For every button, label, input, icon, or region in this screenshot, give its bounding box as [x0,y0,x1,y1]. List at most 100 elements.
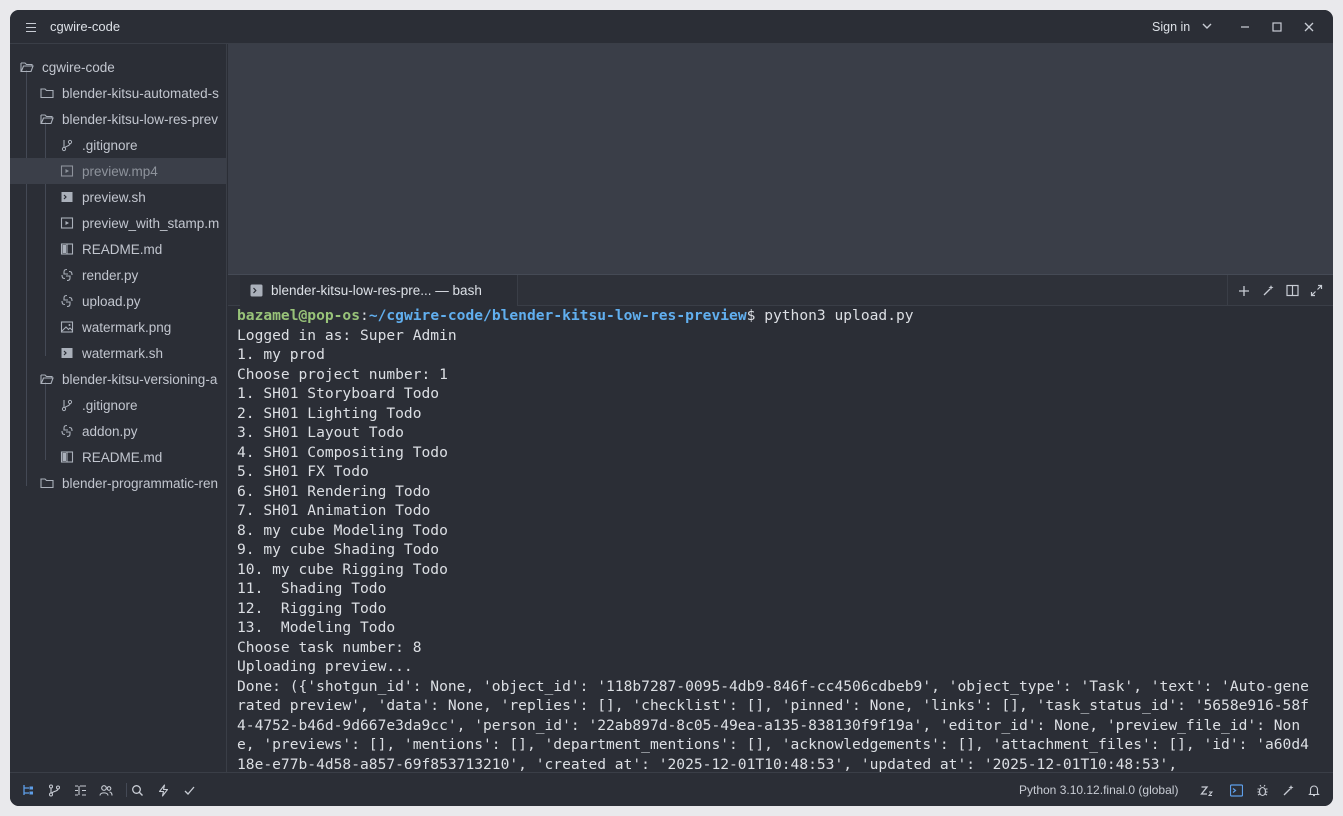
tree-folder-blender-kitsu-automated[interactable]: blender-kitsu-automated-s [10,80,226,106]
tree-item-label: .gitignore [82,397,138,413]
tree-item-label: addon.py [82,423,138,439]
expand-icon[interactable] [1309,283,1325,299]
tree-root-label: cgwire-code [42,59,115,75]
tree-file-watermark-sh[interactable]: watermark.sh [10,340,226,366]
tree-file-readme[interactable]: README.md [10,444,226,470]
debug-bug-icon[interactable] [1254,782,1270,798]
terminal-line: 12. Rigging Todo [237,599,387,617]
project-tree-icon[interactable] [20,782,36,798]
tree-file-preview-sh[interactable]: preview.sh [10,184,226,210]
project-panel: cgwire-code blender-kitsu-automated-s bl… [10,44,227,772]
terminal-line: 13. Modeling Todo [237,619,396,636]
tree-folder-blender-kitsu-versioning[interactable]: blender-kitsu-versioning-a [10,366,226,392]
terminal-line: 9. my cube Shading Todo [237,541,440,558]
tree-file-render-py[interactable]: render.py [10,262,226,288]
terminal-line: 1. SH01 Storyboard Todo [237,385,440,402]
book-icon [60,242,74,256]
status-separator [126,783,127,797]
terminal-line: 4. SH01 Compositing Todo [237,443,448,461]
folder-open-icon [20,60,34,74]
folder-icon [40,86,54,100]
title-bar: cgwire-code Sign in [10,10,1333,44]
sparkle-icon[interactable] [1260,283,1276,299]
terminal-tab[interactable]: blender-kitsu-low-res-pre... — bash [240,275,518,306]
editor-pane[interactable] [228,44,1333,274]
tree-item-label: README.md [82,241,163,257]
tree-folder-blender-kitsu-low-res-preview[interactable]: blender-kitsu-low-res-prev [10,106,226,132]
tree-item-label: blender-kitsu-versioning-a [62,371,218,387]
terminal-line: 8. my cube Modeling Todo [237,521,448,539]
tree-item-label: blender-kitsu-low-res-prev [62,111,219,127]
image-file-icon [60,320,74,334]
terminal-line: Uploading preview... [237,658,413,675]
lightning-icon[interactable] [155,782,171,798]
tree-file-gitignore[interactable]: .gitignore [10,392,226,418]
minimize-icon[interactable] [1236,18,1254,36]
terminal-file-icon [60,346,74,360]
video-file-icon [60,164,74,178]
prompt-path: ~/cgwire-code/blender-kitsu-low-res-prev… [368,307,747,324]
terminal-icon [250,284,263,297]
terminal-line: 10. my cube Rigging Todo [237,560,448,578]
outline-icon[interactable] [72,782,88,798]
bell-icon[interactable] [1306,782,1322,798]
tree-file-preview-mp4[interactable]: preview.mp4 [10,158,226,184]
tree-file-gitignore[interactable]: .gitignore [10,132,226,158]
tree-item-label: blender-programmatic-ren [62,475,219,491]
tree-file-addon-py[interactable]: addon.py [10,418,226,444]
terminal-line: 1. my prod [237,346,325,363]
zeta-sleep-icon[interactable] [1199,782,1215,798]
terminal-line: 7. SH01 Animation Todo [237,502,431,519]
terminal-tab-bar: blender-kitsu-low-res-pre... — bash [228,274,1333,306]
terminal-line: 2. SH01 Lighting Todo [237,404,422,422]
tree-file-watermark-png[interactable]: watermark.png [10,314,226,340]
sparkle-icon[interactable] [1280,782,1296,798]
tree-item-label: render.py [82,267,139,283]
tree-root[interactable]: cgwire-code [10,54,226,80]
git-branch-icon [60,138,74,152]
tree-item-label: preview.mp4 [82,163,158,179]
python-icon [60,294,74,308]
python-icon [60,424,74,438]
tree-item-label: .gitignore [82,137,138,153]
terminal-line: Choose task number: 8 [237,638,422,656]
terminal-line: 3. SH01 Layout Todo [237,424,404,441]
project-name[interactable]: cgwire-code [50,19,120,34]
tree-item-label: preview_with_stamp.m [82,215,220,231]
terminal-output[interactable]: bazamel@pop-os:~/cgwire-code/blender-kit… [228,306,1333,772]
close-icon[interactable] [1300,18,1318,36]
search-icon[interactable] [129,782,145,798]
tree-item-label: upload.py [82,293,141,309]
git-branch-icon [60,398,74,412]
terminal-tab-actions [1227,275,1333,306]
folder-open-icon [40,372,54,386]
prompt-colon: : [360,307,369,324]
plus-icon[interactable] [1236,283,1252,299]
tree-file-readme[interactable]: README.md [10,236,226,262]
python-interpreter[interactable]: Python 3.10.12.final.0 (global) [1019,783,1178,797]
chevron-down-icon[interactable] [1202,19,1212,33]
collaborators-icon[interactable] [98,782,114,798]
split-pane-icon[interactable] [1285,283,1301,299]
sign-in-button[interactable]: Sign in [1152,20,1190,34]
folder-open-icon [40,112,54,126]
status-bar: Python 3.10.12.final.0 (global) [10,772,1333,806]
maximize-icon[interactable] [1268,18,1286,36]
hamburger-menu-icon[interactable] [24,20,42,34]
prompt-user: bazamel@pop-os [237,307,361,324]
tree-file-upload-py[interactable]: upload.py [10,288,226,314]
tree-folder-blender-programmatic[interactable]: blender-programmatic-ren [10,470,226,496]
tree-item-label: blender-kitsu-automated-s [62,85,219,101]
terminal-file-icon [60,190,74,204]
terminal-tab-label: blender-kitsu-low-res-pre... — bash [271,283,482,298]
tree-item-label: watermark.sh [82,345,164,361]
git-branch-icon[interactable] [46,782,62,798]
terminal-line: 5. SH01 FX Todo [237,463,369,480]
terminal-icon[interactable] [1228,782,1244,798]
prompt-command: $ python3 upload.py [746,307,914,324]
terminal-line: 6. SH01 Rendering Todo [237,482,431,500]
check-icon[interactable] [181,782,197,798]
tree-file-preview-with-stamp[interactable]: preview_with_stamp.m [10,210,226,236]
book-icon [60,450,74,464]
python-icon [60,268,74,282]
